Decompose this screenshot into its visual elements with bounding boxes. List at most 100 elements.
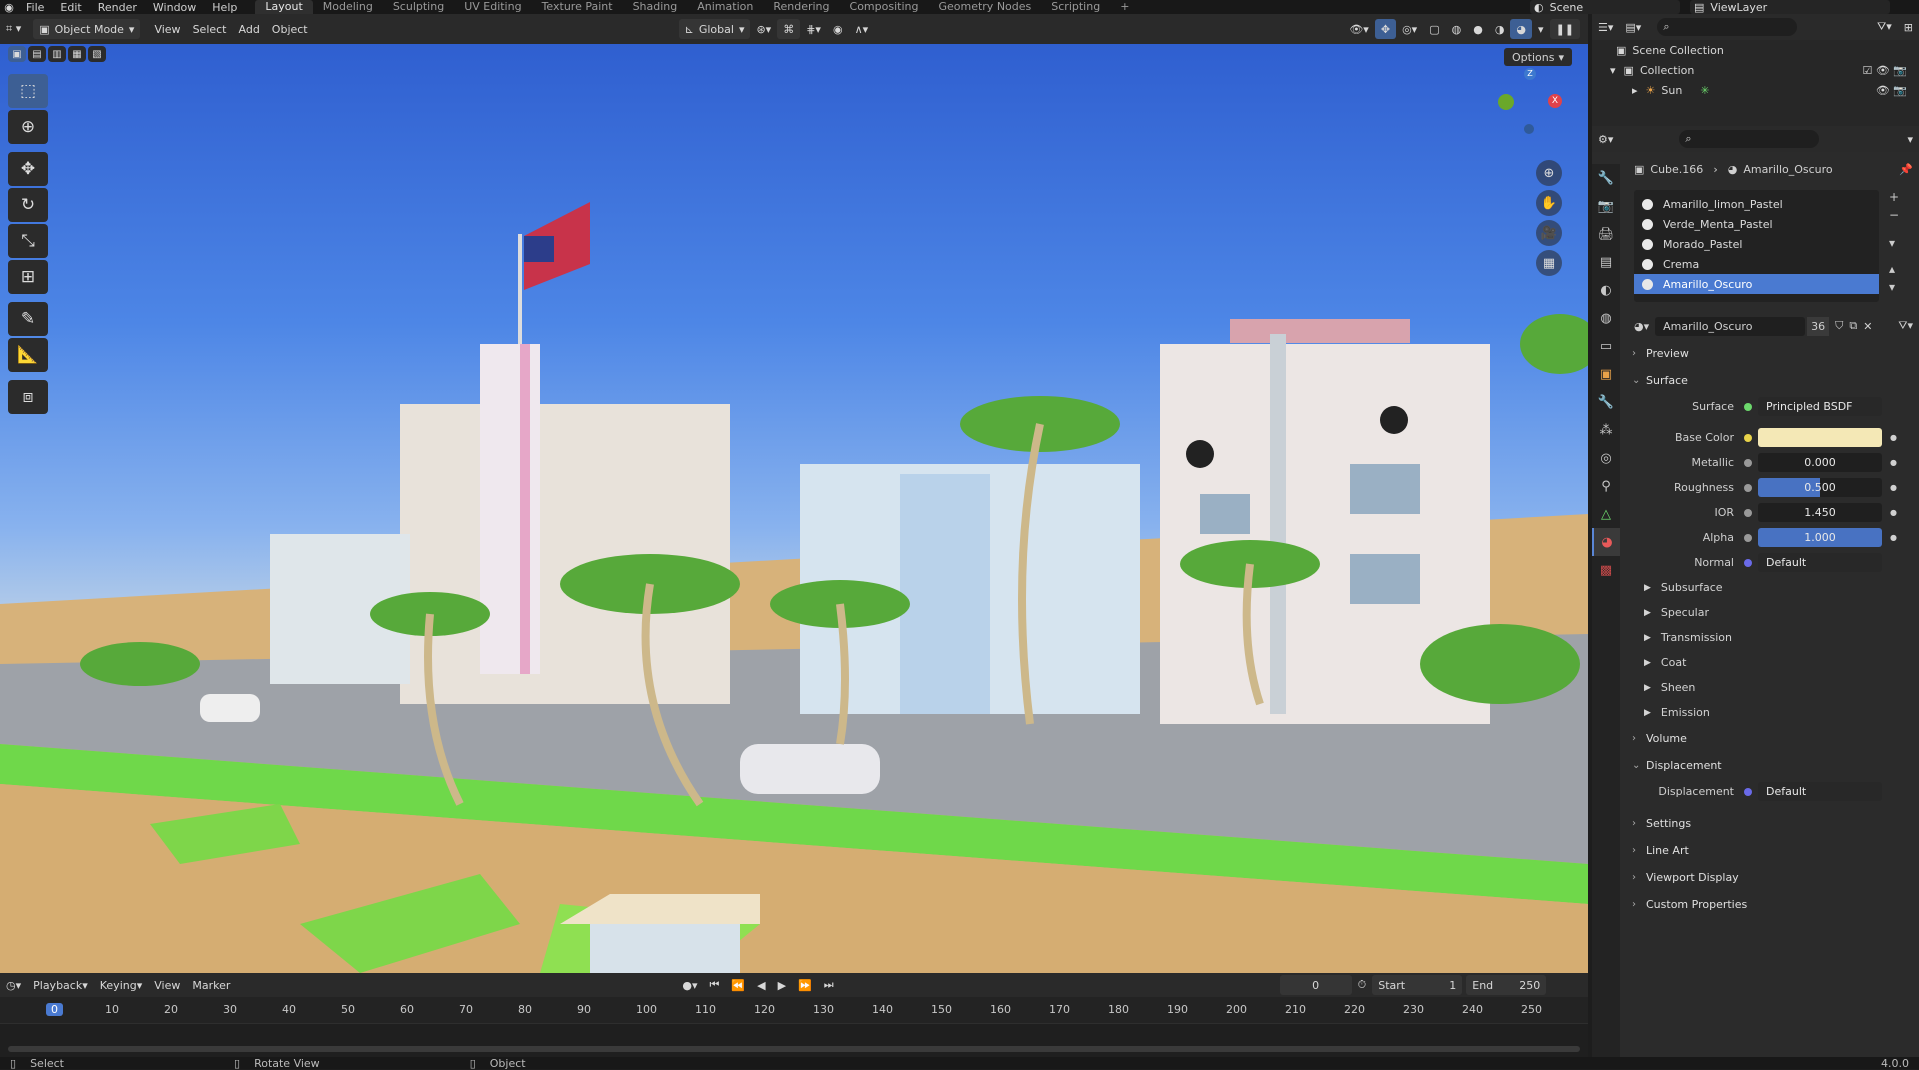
object-tab-icon[interactable]: ▣ [1592, 360, 1620, 388]
custom-properties-section-header[interactable]: › Custom Properties [1624, 891, 1919, 918]
tab-modeling[interactable]: Modeling [313, 0, 383, 14]
add-slot-icon[interactable]: + [1889, 190, 1899, 204]
select-extend-icon[interactable]: ▤ [28, 46, 46, 62]
tab-shading[interactable]: Shading [623, 0, 688, 14]
y-axis-handle[interactable] [1498, 94, 1514, 110]
tab-layout[interactable]: Layout [255, 0, 313, 14]
overlays-toggle[interactable]: ◎▾ [1396, 19, 1423, 39]
add-workspace-button[interactable]: + [1110, 0, 1139, 14]
blender-logo-icon[interactable]: ◉ [0, 0, 18, 14]
scene-collection-row[interactable]: ▣ Scene Collection [1592, 40, 1919, 60]
modifier-tab-icon[interactable]: 🔧 [1592, 388, 1620, 416]
material-slot[interactable]: Amarillo_limon_Pastel [1634, 194, 1879, 214]
fake-user-icon[interactable]: ⛉ [1835, 319, 1843, 333]
cursor-icon[interactable]: ⊕ [8, 110, 48, 144]
collection-row[interactable]: ▾ ▣ Collection ☑ 👁 📷 [1592, 60, 1919, 80]
material-slot[interactable]: Crema [1634, 254, 1879, 274]
negative-z-handle[interactable] [1524, 124, 1534, 134]
transform-icon[interactable]: ⊞ [8, 260, 48, 294]
subsection-specular[interactable]: ▶ Specular [1624, 600, 1919, 625]
material-tab-icon[interactable]: ◕ [1592, 528, 1620, 556]
perspective-grid-icon[interactable]: ▦ [1536, 250, 1562, 276]
material-slot[interactable]: Morado_Pastel [1634, 234, 1879, 254]
mode-dropdown[interactable]: ▣ Object Mode ▾ [33, 19, 141, 39]
move-down-icon[interactable]: ▾ [1889, 280, 1899, 294]
view-layer-tab-icon[interactable]: ▤ [1592, 248, 1620, 276]
jump-keyframe-forward-icon[interactable]: ⏩ [792, 975, 818, 995]
measure-icon[interactable]: 📐 [8, 338, 48, 372]
3d-viewport[interactable]: ▣ ▤ ▥ ▦ ▧ ⬚ ⊕ ✥ ↻ ⤡ ⊞ ✎ 📐 ⧈ Options ▾ Z X… [0, 44, 1588, 973]
surface-section-header[interactable]: ⌄ Surface [1624, 367, 1919, 394]
menu-render[interactable]: Render [98, 1, 137, 14]
material-slot-selected[interactable]: Amarillo_Oscuro [1634, 274, 1879, 294]
material-slot-list[interactable]: Amarillo_limon_Pastel Verde_Menta_Pastel… [1634, 190, 1879, 302]
pan-hand-icon[interactable]: ✋ [1536, 190, 1562, 216]
start-frame-field[interactable]: Start 1 [1372, 975, 1463, 995]
frame-ruler[interactable]: 0 10 20 30 40 50 60 70 80 90 100 110 120 130 140 150 160… [0, 997, 1588, 1023]
scene-tab-icon[interactable]: ◐ [1592, 276, 1620, 304]
falloff-button[interactable]: ∧▾ [849, 19, 875, 39]
duplicate-material-icon[interactable]: ⧉ [1849, 319, 1857, 333]
play-icon[interactable]: ▶ [772, 975, 792, 995]
annotate-icon[interactable]: ✎ [8, 302, 48, 336]
menu-add[interactable]: Add [233, 19, 266, 39]
menu-window[interactable]: Window [153, 1, 196, 14]
settings-section-header[interactable]: › Settings [1624, 810, 1919, 837]
unlink-material-icon[interactable]: ✕ [1863, 320, 1872, 333]
zoom-icon[interactable]: ⊕ [1536, 160, 1562, 186]
sun-row[interactable]: ▸ ☀ Sun ✳ 👁 📷 [1592, 80, 1919, 100]
menu-object[interactable]: Object [266, 19, 314, 39]
select-new-icon[interactable]: ▣ [8, 46, 26, 62]
material-slot[interactable]: Verde_Menta_Pastel [1634, 214, 1879, 234]
z-axis-handle[interactable]: Z [1524, 68, 1536, 80]
menu-edit[interactable]: Edit [60, 1, 81, 14]
line-art-section-header[interactable]: › Line Art [1624, 837, 1919, 864]
visibility-icon[interactable]: 👁▾ [1343, 19, 1375, 39]
playhead-frame-indicator[interactable]: 0 [46, 1003, 63, 1016]
subsection-coat[interactable]: ▶ Coat [1624, 650, 1919, 675]
rendered-shading-icon[interactable]: ◕ [1510, 19, 1533, 39]
tab-animation[interactable]: Animation [687, 0, 763, 14]
properties-editor-icon[interactable]: ⚙▾ [1592, 129, 1619, 149]
select-box-icon[interactable]: ⬚ [8, 74, 48, 108]
add-cube-icon[interactable]: ⧈ [8, 380, 48, 414]
display-mode-icon[interactable]: ▤▾ [1619, 17, 1647, 37]
remove-slot-icon[interactable]: − [1889, 208, 1899, 222]
subsection-subsurface[interactable]: ▶ Subsurface [1624, 575, 1919, 600]
outliner-search-input[interactable]: ⌕ [1657, 18, 1798, 36]
subsection-emission[interactable]: ▶ Emission [1624, 700, 1919, 725]
tab-scripting[interactable]: Scripting [1041, 0, 1110, 14]
timeline-editor-icon[interactable]: ◷▾ [0, 975, 27, 995]
stopwatch-icon[interactable]: ⏱ [1352, 975, 1373, 995]
tool-tab-icon[interactable]: 🔧 [1592, 164, 1620, 192]
menu-select[interactable]: Select [187, 19, 233, 39]
current-frame-field[interactable]: 0 [1279, 975, 1352, 995]
material-name-field[interactable]: Amarillo_Oscuro [1655, 316, 1806, 336]
link-type-icon[interactable]: ⛛▾ [1898, 319, 1913, 333]
snap-toggle[interactable]: ⌘ [777, 19, 801, 39]
playback-menu[interactable]: Playback ▾ [27, 975, 94, 995]
alpha-slider[interactable]: 1.000 [1758, 528, 1882, 547]
tab-sculpting[interactable]: Sculpting [383, 0, 454, 14]
rotate-icon[interactable]: ↻ [8, 188, 48, 222]
filter-icon[interactable]: ⛛▾ [1871, 17, 1898, 37]
keyframe-dot-icon[interactable]: ● [1890, 483, 1897, 492]
chevron-down-icon[interactable]: ▾ [1610, 64, 1616, 77]
keyframe-dot-icon[interactable]: ● [1890, 533, 1897, 542]
camera-view-icon[interactable]: 🎥 [1536, 220, 1562, 246]
normal-field[interactable]: Default [1758, 553, 1882, 572]
tab-texture-paint[interactable]: Texture Paint [532, 0, 623, 14]
end-frame-field[interactable]: End 250 [1466, 975, 1547, 995]
displacement-section-header[interactable]: ⌄ Displacement [1624, 752, 1919, 779]
slot-specials-icon[interactable]: ▾ [1889, 236, 1899, 250]
marker-menu[interactable]: Marker [186, 975, 236, 995]
solid-shading-icon[interactable]: ● [1467, 19, 1489, 39]
base-color-swatch[interactable] [1758, 428, 1882, 447]
collection-visibility-icons[interactable]: ☑ 👁 📷 [1862, 64, 1907, 77]
preview-section-header[interactable]: › Preview [1624, 340, 1919, 367]
timeline-track[interactable] [0, 1023, 1588, 1057]
displacement-field[interactable]: Default [1758, 782, 1882, 801]
tab-rendering[interactable]: Rendering [763, 0, 839, 14]
keying-menu[interactable]: Keying ▾ [94, 975, 148, 995]
menu-view[interactable]: View [148, 19, 186, 39]
